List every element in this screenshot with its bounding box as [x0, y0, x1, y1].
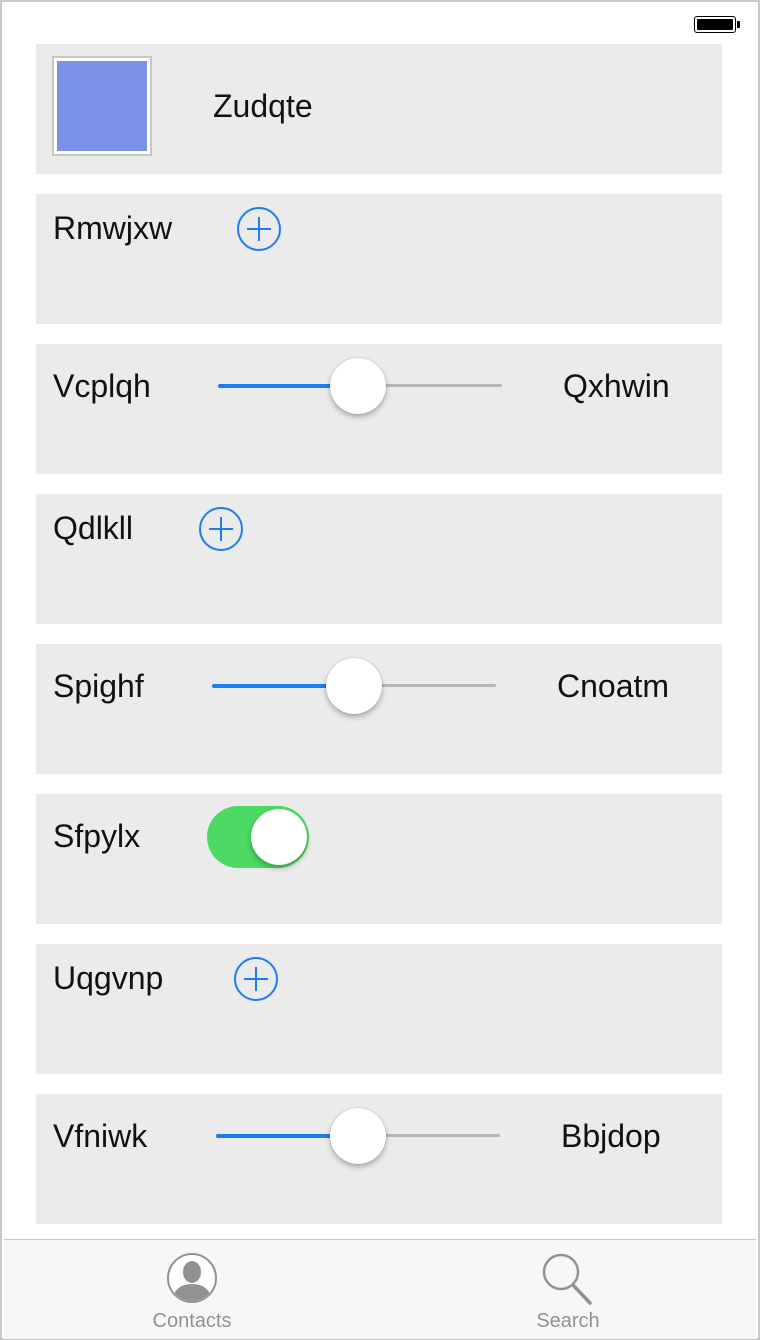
- tab-bar: Contacts Search: [4, 1239, 756, 1339]
- toggle-knob: [251, 809, 307, 865]
- plus-circle-icon[interactable]: [198, 506, 244, 552]
- add-row-label: Uqgvnp: [53, 960, 164, 996]
- slider[interactable]: [216, 1106, 500, 1166]
- slider-row-label: Vcplqh: [53, 368, 151, 404]
- tab-search[interactable]: Search: [380, 1240, 756, 1339]
- slider-value-label: Cnoatm: [557, 668, 670, 704]
- toggle-row-label: Sfpylx: [53, 818, 141, 854]
- tab-label: Contacts: [152, 1310, 232, 1332]
- slider-row: Spighf Cnoatm: [36, 644, 722, 774]
- battery-icon: [694, 16, 740, 33]
- avatar-row: Zudqte: [36, 44, 722, 174]
- slider-thumb[interactable]: [330, 1108, 386, 1164]
- slider-thumb[interactable]: [329, 358, 386, 414]
- add-row: Qdlkll: [36, 494, 722, 624]
- add-row-label: Qdlkll: [53, 510, 134, 546]
- slider-row-label: Vfniwk: [53, 1118, 148, 1154]
- search-icon: [542, 1253, 592, 1305]
- add-row: Uqgvnp: [36, 944, 722, 1074]
- contact-icon: [167, 1253, 217, 1303]
- plus-circle-icon[interactable]: [233, 956, 279, 1002]
- add-row: Rmwjxw: [36, 194, 722, 324]
- tab-label: Search: [536, 1310, 600, 1332]
- plus-circle-icon[interactable]: [236, 206, 282, 252]
- app-screen: Zudqte Rmwjxw Vcplqh Qxhwin Qdlkll Spigh…: [0, 0, 760, 1340]
- avatar[interactable]: [52, 56, 152, 156]
- add-row-label: Rmwjxw: [53, 210, 173, 246]
- slider[interactable]: [212, 656, 496, 716]
- toggle-switch[interactable]: [207, 806, 309, 868]
- avatar-image: [57, 61, 147, 151]
- slider[interactable]: [218, 356, 502, 416]
- slider-thumb[interactable]: [326, 658, 382, 714]
- slider-row-label: Spighf: [53, 668, 144, 704]
- slider-row: Vfniwk Bbjdop: [36, 1094, 722, 1224]
- slider-value-label: Bbjdop: [561, 1118, 661, 1154]
- slider-value-label: Qxhwin: [563, 368, 670, 404]
- avatar-row-label: Zudqte: [213, 88, 313, 124]
- tab-contacts[interactable]: Contacts: [4, 1240, 380, 1339]
- toggle-row: Sfpylx: [36, 794, 722, 924]
- slider-row: Vcplqh Qxhwin: [36, 344, 722, 474]
